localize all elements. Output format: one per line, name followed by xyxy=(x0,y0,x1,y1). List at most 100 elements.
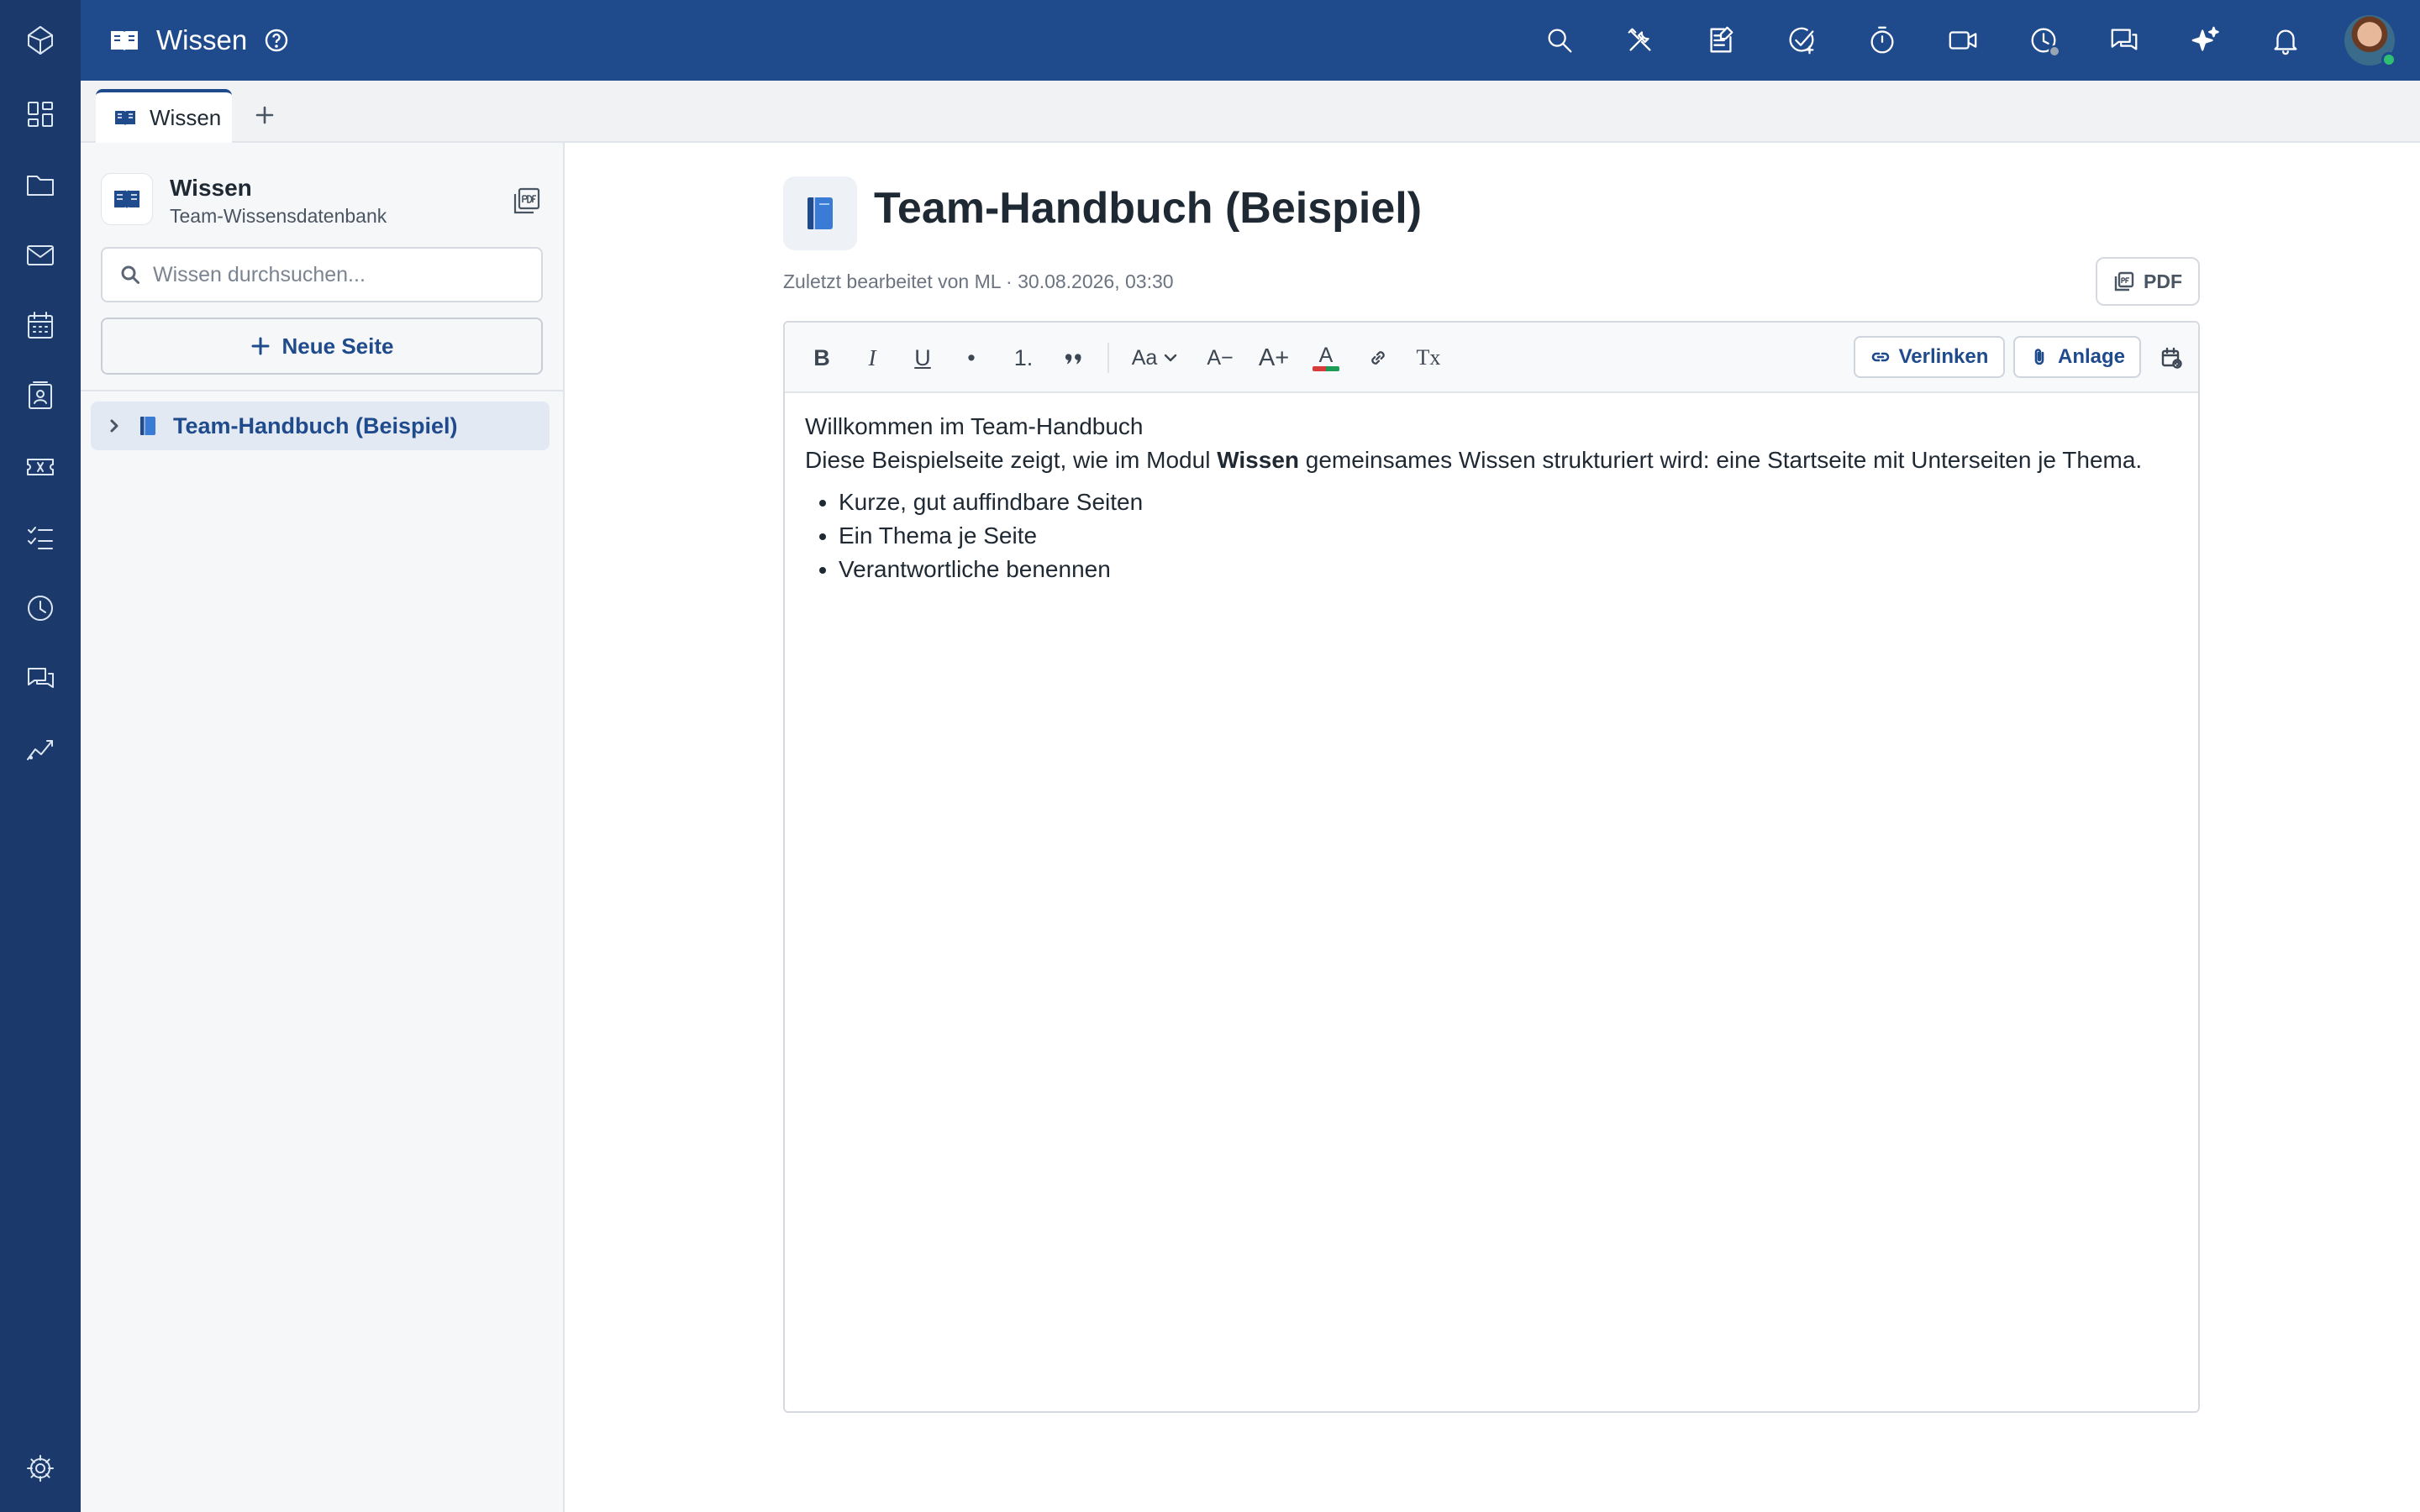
video-icon[interactable] xyxy=(1923,0,2003,81)
task-check-icon[interactable] xyxy=(1761,0,1842,81)
knowledge-base-subtitle: Team-Wissensdatenbank xyxy=(170,205,387,227)
tab-strip: Wissen xyxy=(81,81,2420,143)
pdf-label: PDF xyxy=(2144,270,2182,292)
search-icon[interactable] xyxy=(1519,0,1600,81)
calendar-sync-icon xyxy=(2161,347,2182,369)
editor-toolbar: B I U • 1. Aa A− A+ A Tx Verlinken Anlag… xyxy=(785,323,2198,393)
underline-button[interactable]: U xyxy=(906,338,939,378)
text-color-button[interactable]: A xyxy=(1306,338,1346,378)
list-item: Kurze, gut auffindbare Seiten xyxy=(839,486,2183,519)
tree-item-team-handbuch[interactable]: Team-Handbuch (Beispiel) xyxy=(91,402,550,450)
online-status-dot xyxy=(2381,52,2396,67)
bell-icon[interactable] xyxy=(2245,0,2326,81)
search-input[interactable] xyxy=(153,262,523,287)
quote-icon xyxy=(1065,354,1081,365)
last-edited-meta: Zuletzt bearbeitet von ML · 30.08.2026, … xyxy=(783,270,1174,292)
decrease-font-button[interactable]: A− xyxy=(1200,338,1240,378)
mail-icon[interactable] xyxy=(0,220,81,291)
font-size-dropdown[interactable]: Aa xyxy=(1123,338,1188,378)
intro-text-bold: Wissen xyxy=(1217,447,1299,473)
main-content: Team-Handbuch (Beispiel) Zuletzt bearbei… xyxy=(566,143,2420,1512)
book-icon xyxy=(106,22,143,59)
ticket-icon[interactable] xyxy=(0,432,81,502)
intro-text-before: Diese Beispielseite zeigt, wie im Modul xyxy=(805,447,1218,473)
add-tab-button[interactable] xyxy=(245,96,284,134)
chat-icon[interactable] xyxy=(0,643,81,714)
book-icon xyxy=(115,110,135,125)
font-size-label: Aa xyxy=(1131,345,1158,370)
tab-wissen[interactable]: Wissen xyxy=(96,89,232,143)
verlinken-label: Verlinken xyxy=(1898,345,1989,368)
top-bar: Wissen xyxy=(81,0,2420,81)
tab-label: Wissen xyxy=(150,104,222,130)
intro-paragraph: Diese Beispielseite zeigt, wie im Modul … xyxy=(805,444,2183,477)
verlinken-button[interactable]: Verlinken xyxy=(1854,336,2005,378)
editor-content[interactable]: Willkommen im Team-Handbuch Diese Beispi… xyxy=(805,410,2183,586)
clear-format-button[interactable]: Tx xyxy=(1408,338,1449,378)
book-icon xyxy=(101,173,153,225)
plus-icon xyxy=(251,337,270,355)
plus-icon xyxy=(255,106,274,124)
notes-icon[interactable] xyxy=(1681,0,1761,81)
new-page-button[interactable]: Neue Seite xyxy=(101,318,543,375)
quote-button[interactable] xyxy=(1057,338,1094,378)
knowledge-base-header: Wissen Team-Wissensdatenbank xyxy=(101,173,546,227)
blue-book-icon xyxy=(808,197,833,229)
folder-icon[interactable] xyxy=(0,150,81,220)
ordered-list-button[interactable]: 1. xyxy=(1005,338,1042,378)
top-actions xyxy=(1519,0,2420,81)
dashboard-icon[interactable] xyxy=(0,79,81,150)
chevron-right-icon[interactable] xyxy=(104,416,124,436)
clock-icon[interactable] xyxy=(0,573,81,643)
timer-icon[interactable] xyxy=(1842,0,1923,81)
blue-book-icon xyxy=(140,417,155,435)
avatar[interactable] xyxy=(2344,15,2396,67)
ai-sparkle-icon[interactable] xyxy=(2165,0,2245,81)
tasks-icon[interactable] xyxy=(0,502,81,573)
pdf-export-icon[interactable] xyxy=(508,181,546,220)
tools-icon[interactable] xyxy=(1600,0,1681,81)
left-rail xyxy=(0,0,81,1512)
bold-button[interactable]: B xyxy=(805,338,839,378)
paperclip-icon xyxy=(2034,349,2044,365)
link-icon xyxy=(1371,351,1385,365)
status-dot xyxy=(2049,45,2060,57)
list-item: Verantwortliche benennen xyxy=(839,553,2183,586)
messages-icon[interactable] xyxy=(2084,0,2165,81)
increase-font-button[interactable]: A+ xyxy=(1252,338,1296,378)
app-title: Wissen xyxy=(156,24,248,55)
chevron-down-icon xyxy=(1165,354,1177,362)
analytics-icon[interactable] xyxy=(0,714,81,785)
tree-item-label: Team-Handbuch (Beispiel) xyxy=(173,412,458,438)
bullet-list-button[interactable]: • xyxy=(955,338,988,378)
contacts-icon[interactable] xyxy=(0,361,81,432)
clear-format-glyph: Tx xyxy=(1416,345,1441,370)
link-icon xyxy=(1871,352,1889,362)
rich-text-editor: B I U • 1. Aa A− A+ A Tx Verlinken Anlag… xyxy=(783,321,2200,1413)
list-item: Ein Thema je Seite xyxy=(839,519,2183,553)
pdf-icon xyxy=(2114,271,2134,291)
pdf-button[interactable]: PDF xyxy=(2096,257,2200,306)
page-emoji-icon[interactable] xyxy=(783,176,857,250)
bullet-list: Kurze, gut auffindbare Seiten Ein Thema … xyxy=(805,486,2183,586)
new-page-label: Neue Seite xyxy=(281,333,394,359)
knowledge-base-title: Wissen xyxy=(170,175,252,201)
search-field xyxy=(101,247,543,302)
heading-line: Willkommen im Team-Handbuch xyxy=(805,413,1144,439)
anlage-label: Anlage xyxy=(2057,345,2125,368)
history-icon[interactable] xyxy=(2003,0,2084,81)
settings-icon[interactable] xyxy=(0,1433,81,1504)
divider xyxy=(81,390,563,391)
calendar-icon[interactable] xyxy=(0,291,81,361)
italic-button[interactable]: I xyxy=(855,338,889,378)
anlage-button[interactable]: Anlage xyxy=(2013,336,2141,378)
text-color-glyph: A xyxy=(1318,344,1334,367)
help-icon[interactable] xyxy=(262,26,291,55)
search-icon xyxy=(121,265,139,284)
page-title: Team-Handbuch (Beispiel) xyxy=(874,184,1423,233)
color-indicator xyxy=(1313,366,1339,371)
insert-link-button[interactable] xyxy=(1360,338,1397,378)
intro-text-after: gemeinsames Wissen strukturiert wird: ei… xyxy=(1299,447,2143,473)
logo-icon[interactable] xyxy=(0,5,81,76)
calendar-insert-button[interactable] xyxy=(2153,338,2190,378)
